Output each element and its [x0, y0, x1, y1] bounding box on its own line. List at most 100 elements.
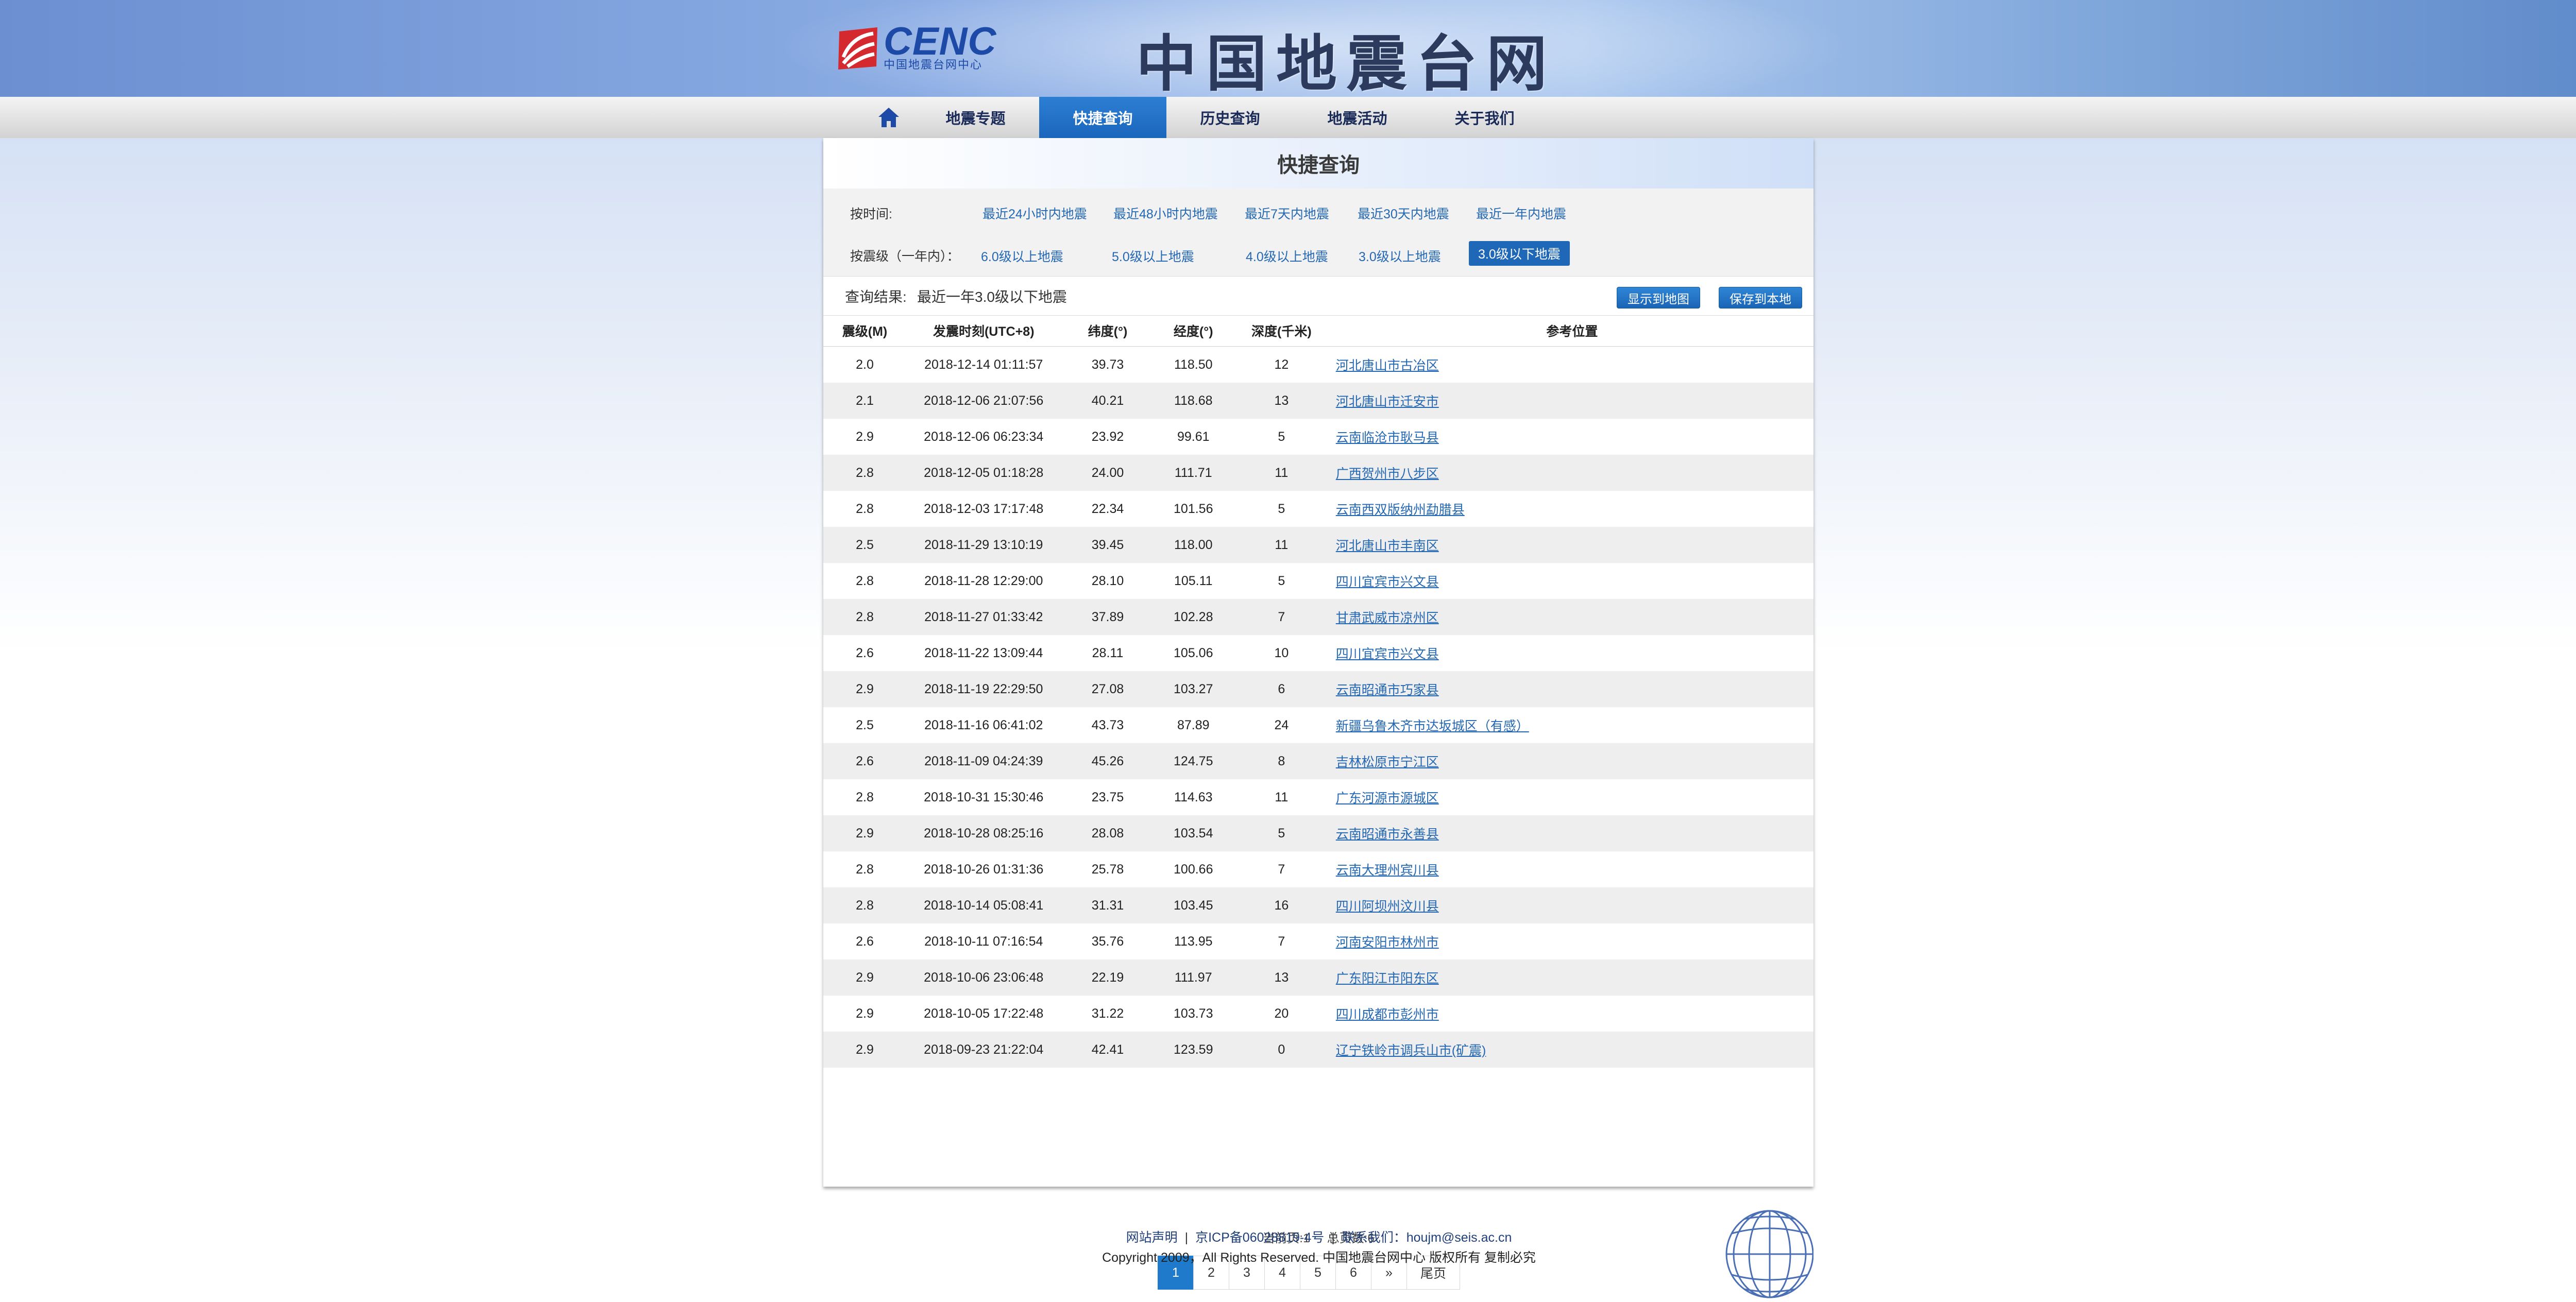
table-header-row: 震级(M) 发震时刻(UTC+8) 纬度(°) 经度(°) 深度(千米) 参考位… [823, 315, 1814, 347]
location-link[interactable]: 河北唐山市古冶区 [1336, 358, 1439, 373]
cell-location: 四川阿坝州汶川县 [1330, 887, 1814, 923]
filter-link-mag6[interactable]: 6.0级以上地震 [981, 247, 1063, 265]
cell-depth: 16 [1232, 887, 1331, 923]
footer-link-statement[interactable]: 网站声明 [1126, 1230, 1178, 1245]
location-link[interactable]: 四川宜宾市兴文县 [1336, 575, 1439, 589]
cell-location: 云南西双版纳州勐腊县 [1331, 491, 1814, 527]
cell-location: 河北唐山市丰南区 [1330, 527, 1814, 563]
table-row: 2.6 2018-11-22 13:09:44 28.11 105.06 10 四川宜宾市… [823, 635, 1814, 671]
cell-time: 2018-10-14 05:08:41 [906, 887, 1061, 923]
cell-longitude: 103.45 [1154, 887, 1232, 923]
table-row: 2.0 2018-12-14 01:11:57 39.73 118.50 12 河北唐山市… [823, 347, 1814, 383]
table-row: 2.8 2018-11-27 01:33:42 37.89 102.28 7 甘肃武威市凉… [823, 599, 1814, 635]
save-local-button[interactable]: 保存到本地 [1719, 287, 1802, 309]
filter-link-48h[interactable]: 最近48小时内地震 [1113, 204, 1218, 222]
location-link[interactable]: 四川阿坝州汶川县 [1336, 899, 1439, 914]
site-header: CENC 中国地震台网中心 中国地震台网 [0, 0, 2576, 97]
nav-item-about[interactable]: 关于我们 [1421, 97, 1548, 138]
col-header-longitude[interactable]: 经度(°) [1154, 315, 1232, 347]
logo-subtext: 中国地震台网中心 [884, 58, 983, 71]
filter-link-7d[interactable]: 最近7天内地震 [1245, 204, 1329, 222]
filter-box: 按时间: 最近24小时内地震 最近48小时内地震 最近7天内地震 最近30天内地… [823, 189, 1814, 276]
col-header-latitude[interactable]: 纬度(°) [1061, 315, 1155, 347]
cell-magnitude: 2.9 [823, 1032, 907, 1068]
cell-time: 2018-10-05 17:22:48 [924, 1006, 1044, 1021]
location-link[interactable]: 云南西双版纳州勐腊县 [1336, 503, 1465, 517]
cell-depth: 11 [1232, 527, 1331, 563]
location-link[interactable]: 云南昭通市巧家县 [1336, 683, 1439, 697]
nav-item-topics[interactable]: 地震专题 [912, 97, 1039, 138]
cell-latitude: 23.92 [1091, 429, 1124, 444]
cell-depth: 5 [1278, 501, 1285, 516]
location-link[interactable]: 河南安阳市林州市 [1336, 935, 1439, 950]
cell-time: 2018-12-03 17:17:48 [924, 501, 1044, 516]
cell-longitude: 87.89 [1177, 717, 1210, 732]
table-row: 2.8 2018-10-31 15:30:46 23.75 114.63 11 广东河源市… [823, 779, 1814, 815]
cell-depth: 8 [1232, 743, 1331, 779]
cell-latitude: 28.10 [1091, 573, 1124, 588]
cell-longitude: 99.61 [1177, 429, 1210, 444]
footer-link-contact[interactable]: 联系我们：houjm@seis.ac.cn [1342, 1230, 1512, 1245]
nav-item-activity[interactable]: 地震活动 [1294, 97, 1421, 138]
cell-longitude: 123.59 [1154, 1032, 1232, 1068]
cell-magnitude: 2.6 [823, 743, 907, 779]
result-label: 查询结果: [845, 288, 907, 305]
location-link[interactable]: 云南昭通市永善县 [1336, 827, 1439, 842]
cell-location: 四川宜宾市兴文县 [1331, 635, 1814, 671]
nav-item-quick-query[interactable]: 快捷查询 [1039, 97, 1166, 138]
filter-link-30d[interactable]: 最近30天内地震 [1358, 204, 1449, 222]
cell-depth: 11 [1275, 790, 1289, 804]
cell-latitude: 43.73 [1091, 717, 1124, 732]
cell-location: 四川宜宾市兴文县 [1331, 563, 1814, 599]
cell-time: 2018-12-06 21:07:56 [906, 383, 1061, 419]
location-link[interactable]: 四川成都市彭州市 [1336, 1007, 1439, 1022]
cell-magnitude: 2.9 [856, 429, 874, 444]
location-link[interactable]: 河北唐山市丰南区 [1336, 539, 1439, 553]
location-link[interactable]: 四川宜宾市兴文县 [1336, 647, 1439, 661]
col-header-depth[interactable]: 深度(千米) [1232, 315, 1331, 347]
cell-magnitude: 2.9 [856, 1006, 874, 1021]
main-nav: 地震专题 快捷查询 历史查询 地震活动 关于我们 [866, 97, 1548, 138]
cell-magnitude: 2.8 [823, 599, 907, 635]
nav-home[interactable] [866, 97, 912, 138]
cell-magnitude: 2.5 [823, 527, 907, 563]
filter-link-24h[interactable]: 最近24小时内地震 [982, 204, 1087, 222]
site-logo[interactable]: CENC 中国地震台网中心 [836, 20, 997, 72]
cell-latitude: 31.31 [1061, 887, 1155, 923]
location-link[interactable]: 辽宁铁岭市调兵山市(矿震) [1336, 1043, 1486, 1058]
filter-link-mag5[interactable]: 5.0级以上地震 [1112, 247, 1194, 265]
location-link[interactable]: 甘肃武威市凉州区 [1336, 611, 1439, 625]
table-row: 2.9 2018-10-05 17:22:48 31.22 103.73 20 四川成都市… [823, 996, 1814, 1032]
cell-time: 2018-11-22 13:09:44 [924, 645, 1043, 660]
filter-link-mag4[interactable]: 4.0级以上地震 [1246, 247, 1328, 265]
cell-longitude: 113.95 [1174, 934, 1213, 949]
filter-link-1y[interactable]: 最近一年内地震 [1476, 204, 1566, 222]
filter-link-mag3[interactable]: 3.0级以上地震 [1359, 247, 1441, 265]
location-link[interactable]: 广西贺州市八步区 [1336, 467, 1439, 481]
result-value: 最近一年3.0级以下地震 [917, 288, 1067, 305]
cell-depth: 5 [1278, 429, 1285, 444]
col-header-location: 参考位置 [1330, 315, 1814, 347]
table-row: 2.9 2018-11-19 22:29:50 27.08 103.27 6 云南昭通市巧… [823, 671, 1814, 707]
table-row: 2.8 2018-12-05 01:18:28 24.00 111.71 11 广西贺州市… [823, 455, 1814, 491]
col-header-magnitude[interactable]: 震级(M) [823, 315, 907, 347]
location-link[interactable]: 广东河源市源城区 [1336, 791, 1439, 806]
location-link[interactable]: 广东阳江市阳东区 [1336, 971, 1439, 986]
footer-link-icp[interactable]: 京ICP备06028819-4号 [1195, 1230, 1324, 1245]
cell-time: 2018-11-19 22:29:50 [906, 671, 1061, 707]
filter-link-mag-below3[interactable]: 3.0级以下地震 [1469, 241, 1570, 266]
logo-text: CENC [884, 20, 997, 63]
cell-longitude: 100.66 [1174, 862, 1213, 877]
location-link[interactable]: 河北唐山市迁安市 [1336, 395, 1439, 409]
cell-time: 2018-10-06 23:06:48 [906, 960, 1061, 996]
location-link[interactable]: 新疆乌鲁木齐市达坂城区（有感） [1336, 719, 1529, 733]
nav-item-history-query[interactable]: 历史查询 [1166, 97, 1294, 138]
table-row: 2.9 2018-09-23 21:22:04 42.41 123.59 0 辽宁铁岭市调… [823, 1032, 1814, 1068]
show-map-button[interactable]: 显示到地图 [1617, 287, 1700, 309]
location-link[interactable]: 云南大理州宾川县 [1336, 863, 1439, 878]
location-link[interactable]: 云南临沧市耿马县 [1336, 431, 1439, 445]
cell-time: 2018-11-09 04:24:39 [906, 743, 1061, 779]
location-link[interactable]: 吉林松原市宁江区 [1336, 755, 1439, 769]
col-header-time[interactable]: 发震时刻(UTC+8) [906, 315, 1061, 347]
cell-longitude: 103.27 [1154, 671, 1232, 707]
